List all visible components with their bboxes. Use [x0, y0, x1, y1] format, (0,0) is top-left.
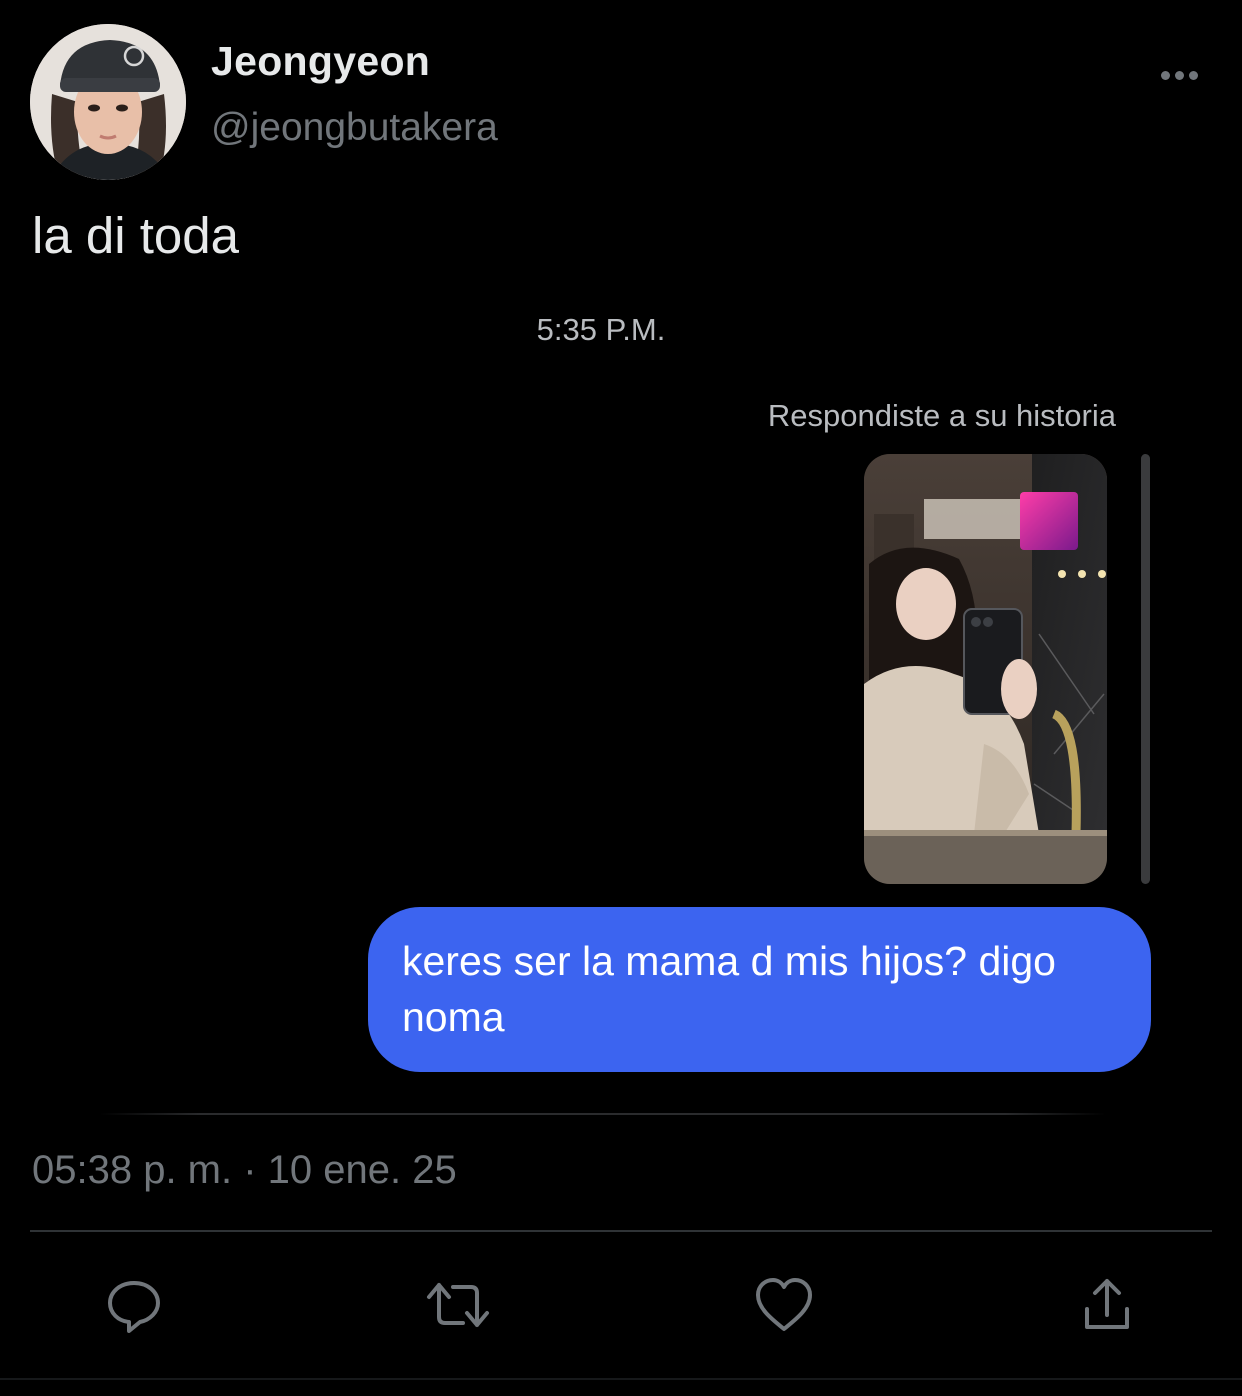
retweet-button[interactable] [425, 1272, 491, 1338]
story-photo [864, 454, 1107, 884]
divider [100, 1113, 1106, 1115]
retweet-icon [427, 1283, 489, 1327]
reply-icon [108, 1281, 160, 1333]
divider [30, 1230, 1212, 1232]
story-preview-image[interactable] [864, 454, 1107, 884]
user-handle[interactable]: @jeongbutakera [211, 106, 498, 150]
like-button[interactable] [751, 1272, 817, 1338]
reply-button[interactable] [101, 1272, 167, 1338]
share-icon [1085, 1279, 1129, 1329]
dm-timestamp: 5:35 P.M. [536, 312, 666, 347]
tweet-text: la di toda [32, 207, 239, 264]
display-name[interactable]: Jeongyeon [211, 38, 430, 85]
more-options-icon[interactable] [1152, 60, 1206, 90]
divider [0, 1378, 1242, 1380]
heart-icon [756, 1278, 812, 1331]
tweet-timestamp[interactable]: 05:38 p. m. · 10 ene. 25 [32, 1148, 457, 1193]
message-bubble: keres ser la mama d mis hijos? digo noma [368, 907, 1151, 1072]
story-reply-label: Respondiste a su historia [767, 398, 1116, 433]
avatar-photo [30, 24, 186, 180]
story-reply-indicator [1141, 454, 1150, 884]
share-button[interactable] [1074, 1272, 1140, 1338]
avatar[interactable] [30, 24, 186, 180]
